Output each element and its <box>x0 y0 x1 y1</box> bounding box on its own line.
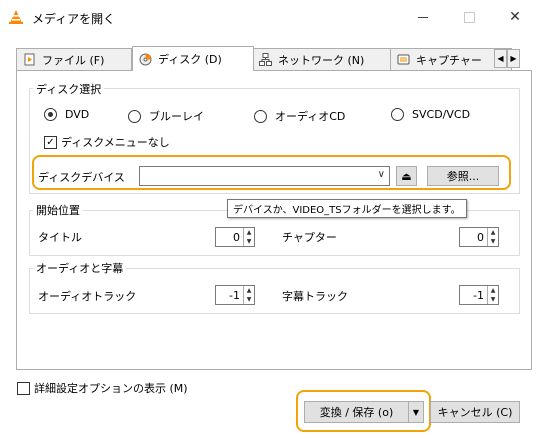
chapter-label: チャプター <box>282 231 337 244</box>
minimize-button[interactable] <box>400 0 446 34</box>
convert-dropdown-button[interactable]: ▼ <box>408 401 424 423</box>
tab-strip: ファイル (F) ディスク (D) ネットワーク (N) キャプチャー ◀ ▶ <box>16 46 532 71</box>
checkmark-icon: ✓ <box>44 135 57 149</box>
tab-capture-label: キャプチャー <box>416 53 482 67</box>
browse-button[interactable]: 参照... <box>427 166 499 186</box>
cancel-label: キャンセル (C) <box>437 406 513 419</box>
network-icon <box>259 53 272 66</box>
tab-network-label: ネットワーク (N) <box>278 53 365 67</box>
tab-disc[interactable]: ディスク (D) <box>132 46 254 71</box>
device-tooltip: デバイスか、VIDEO_TSフォルダーを選択します。 <box>227 199 467 218</box>
audio-subtitle-title: オーディオと字幕 <box>33 260 127 276</box>
radio-dvd[interactable]: DVD <box>44 108 89 121</box>
title-label: タイトル <box>38 231 82 244</box>
chevron-right-icon: ▶ <box>510 54 517 63</box>
convert-save-button[interactable]: 変換 / 保存 (o) <box>304 401 409 423</box>
minimize-icon <box>418 16 428 18</box>
chevron-left-icon: ◀ <box>497 54 504 63</box>
subtitle-track-spinbox[interactable]: -1 ▲ ▼ <box>459 285 499 305</box>
title-value: 0 <box>233 230 240 244</box>
tab-network[interactable]: ネットワーク (N) <box>252 48 392 70</box>
spin-arrows-icon[interactable]: ▲ ▼ <box>487 228 498 246</box>
disc-device-combobox[interactable]: ∨ <box>139 166 390 186</box>
cancel-button[interactable]: キャンセル (C) <box>430 401 520 423</box>
close-button[interactable]: ✕ <box>492 0 538 34</box>
radio-bluray-indicator <box>128 109 141 123</box>
audio-track-spinbox[interactable]: -1 ▲ ▼ <box>215 285 255 305</box>
chapter-value: 0 <box>477 230 484 244</box>
capture-icon <box>397 54 410 65</box>
disc-selection-title: ディスク選択 <box>33 81 105 97</box>
audio-track-label: オーディオトラック <box>38 290 137 303</box>
audio-track-value: -1 <box>229 288 240 302</box>
disc-panel: ディスク選択 DVD ブルーレイ オーディオCD SVCD/VCD ✓ ディスク… <box>16 70 532 370</box>
tab-scroll-right-button[interactable]: ▶ <box>507 49 520 68</box>
disc-icon <box>139 53 152 65</box>
no-disc-menu-checkbox[interactable]: ✓ ディスクメニューなし <box>44 134 170 150</box>
radio-bluray-label: ブルーレイ <box>149 110 204 123</box>
window-title: メディアを開く <box>32 12 116 26</box>
chevron-down-icon: ∨ <box>377 169 385 180</box>
disc-device-label: ディスクデバイス <box>38 171 125 184</box>
radio-audiocd-indicator <box>254 109 267 123</box>
radio-audiocd[interactable]: オーディオCD <box>254 108 345 124</box>
radio-bluray[interactable]: ブルーレイ <box>128 108 204 124</box>
spin-arrows-icon[interactable]: ▲ ▼ <box>487 286 498 304</box>
radio-svcd-indicator <box>391 108 404 121</box>
title-spinbox[interactable]: 0 ▲ ▼ <box>215 227 255 247</box>
eject-icon: ⏏ <box>401 169 412 183</box>
radio-svcd[interactable]: SVCD/VCD <box>391 108 470 121</box>
subtitle-track-value: -1 <box>473 288 484 302</box>
eject-button[interactable]: ⏏ <box>396 166 417 186</box>
tab-file[interactable]: ファイル (F) <box>16 48 132 70</box>
convert-save-label: 変換 / 保存 (o) <box>319 406 394 419</box>
maximize-button[interactable] <box>446 0 492 34</box>
vlc-icon <box>9 10 23 24</box>
start-position-title: 開始位置 <box>33 202 83 218</box>
tab-file-label: ファイル (F) <box>42 53 105 67</box>
chapter-spinbox[interactable]: 0 ▲ ▼ <box>459 227 499 247</box>
radio-audiocd-label: オーディオCD <box>275 110 346 123</box>
advanced-options-label: 詳細設定オプションの表示 (M) <box>34 382 188 395</box>
close-icon: ✕ <box>509 9 521 25</box>
tab-disc-label: ディスク (D) <box>158 53 222 66</box>
radio-svcd-label: SVCD/VCD <box>412 108 471 121</box>
file-icon <box>24 53 35 66</box>
browse-button-label: 参照... <box>446 170 480 183</box>
subtitle-track-label: 字幕トラック <box>282 290 348 303</box>
chevron-down-icon: ▼ <box>412 407 420 417</box>
spin-arrows-icon[interactable]: ▲ ▼ <box>243 228 254 246</box>
advanced-options-checkbox[interactable]: 詳細設定オプションの表示 (M) <box>17 380 188 396</box>
no-disc-menu-label: ディスクメニューなし <box>61 136 170 149</box>
advanced-options-box <box>17 381 30 395</box>
spin-arrows-icon[interactable]: ▲ ▼ <box>243 286 254 304</box>
tab-scroll-left-button[interactable]: ◀ <box>494 49 507 68</box>
maximize-icon <box>463 11 475 23</box>
radio-dvd-indicator <box>44 108 57 121</box>
title-bar: メディアを開く ✕ <box>0 0 538 34</box>
radio-dvd-label: DVD <box>65 108 90 121</box>
